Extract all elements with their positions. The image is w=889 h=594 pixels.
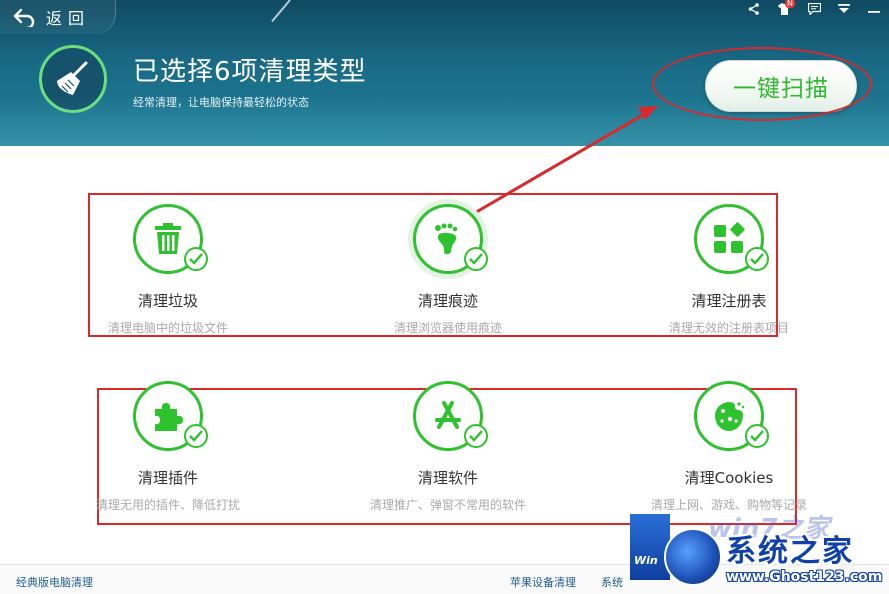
item-desc: 清理无用的插件、降低打扰 (95, 498, 240, 512)
watermark-url: www.Ghost123.com (726, 569, 883, 585)
clean-item-software[interactable]: 清理软件 清理推广、弹窗不常用的软件 (348, 381, 548, 513)
watermark-bar: Win (630, 514, 670, 580)
clean-item-junk[interactable]: 清理垃圾 清理电脑中的垃圾文件 (68, 204, 268, 336)
check-icon (184, 424, 208, 448)
item-desc: 清理电脑中的垃圾文件 (107, 321, 228, 335)
item-title: 清理插件 (137, 469, 198, 487)
app-store-icon (435, 401, 461, 429)
clean-item-plugins[interactable]: 清理插件 清理无用的插件、降低打扰 (68, 381, 268, 513)
item-title: 清理软件 (417, 469, 478, 487)
clean-item-cookies[interactable]: 清理Cookies 清理上网、游戏、购物等记录 (629, 381, 829, 513)
item-title: 清理Cookies (684, 469, 774, 487)
check-icon (464, 424, 488, 448)
classic-cleanup-link[interactable]: 经典版电脑清理 (16, 574, 93, 590)
traces-icon-ring[interactable] (413, 204, 488, 274)
check-icon (745, 247, 769, 271)
footprint-icon (435, 223, 458, 255)
check-icon (745, 424, 769, 448)
item-title: 清理痕迹 (417, 292, 478, 310)
system-link[interactable]: 系统 (601, 574, 623, 590)
watermark-bar-text: Win (634, 554, 658, 567)
item-desc: 清理浏览器使用痕迹 (393, 321, 502, 335)
cookies-icon-ring[interactable] (694, 381, 769, 451)
trash-icon (155, 223, 181, 254)
clean-item-registry[interactable]: 清理注册表 清理无效的注册表项目 (629, 204, 829, 336)
watermark-logo-icon (664, 528, 722, 586)
plugins-icon-ring[interactable] (133, 381, 208, 451)
watermark-brand: 系统之家 (726, 534, 854, 569)
item-title: 清理注册表 (691, 292, 767, 310)
junk-icon-ring[interactable] (133, 204, 208, 274)
watermark: Win win7之家 系统之家 www.Ghost123.com (630, 514, 889, 594)
puzzle-icon (155, 403, 183, 431)
item-desc: 清理无效的注册表项目 (668, 321, 789, 335)
check-icon (184, 247, 208, 271)
clean-item-traces[interactable]: 清理痕迹 清理浏览器使用痕迹 (348, 204, 548, 336)
item-title: 清理垃圾 (137, 292, 198, 310)
apple-device-cleanup-link[interactable]: 苹果设备清理 (510, 574, 576, 590)
item-desc: 清理推广、弹窗不常用的软件 (369, 498, 526, 512)
software-icon-ring[interactable] (413, 381, 488, 451)
cookie-icon (715, 402, 745, 431)
registry-icon (714, 222, 745, 253)
check-icon (464, 247, 488, 271)
registry-icon-ring[interactable] (694, 204, 769, 274)
